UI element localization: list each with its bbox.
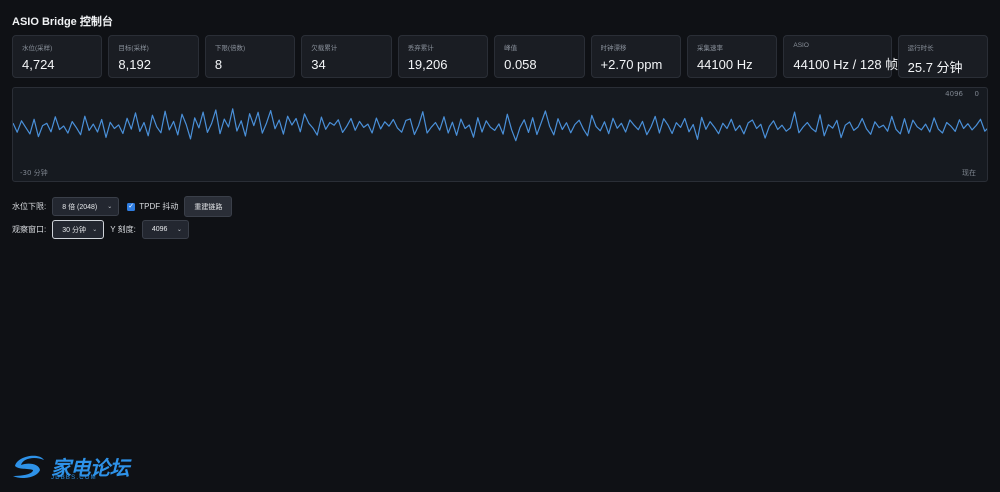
- stat-label: 时钟漂移: [600, 45, 627, 52]
- stat-card-capture-rate: 采集速率 44100 Hz: [686, 35, 778, 78]
- controls-row-1: 水位下限: 8 倍 (2048) ⌄ ✓ TPDF 抖动 重建链路: [12, 196, 233, 217]
- stat-card-peak: 峰值 0.058: [494, 35, 585, 78]
- stat-label: 水位(采样): [22, 45, 53, 52]
- stat-card-underruns: 欠载累计 34: [301, 35, 392, 78]
- stat-label: 欠载累计: [311, 45, 338, 52]
- stat-value: +2.70 ppm: [600, 57, 663, 72]
- window-value: 30 分钟: [62, 226, 86, 234]
- stat-card-drops: 丢弃累计 19,206: [397, 35, 489, 78]
- watermark-subtext: JDBBS.COM: [51, 475, 97, 481]
- stat-value: 19,206: [407, 57, 448, 72]
- stat-label: 运行时长: [907, 45, 934, 52]
- chevron-down-icon: ⌄: [107, 204, 113, 210]
- level-series-line: [13, 108, 987, 142]
- stat-label: 采集速率: [696, 45, 723, 52]
- yscale-select[interactable]: 4096 ⌄: [141, 220, 189, 239]
- stat-value: 4,724: [22, 57, 55, 72]
- stat-card-target: 目标(采样) 8,192: [108, 35, 199, 78]
- low-limit-select[interactable]: 8 倍 (2048) ⌄: [52, 197, 120, 216]
- yscale-value: 4096: [151, 226, 168, 233]
- stat-value: 34: [311, 57, 326, 72]
- level-chart-svg: [13, 108, 987, 142]
- tpdf-label: TPDF 抖动: [139, 202, 179, 211]
- controls-row-2: 观察窗口: 30 分钟 ⌄ Y 刻度: 4096 ⌄: [12, 220, 189, 239]
- stat-value: 8: [214, 57, 223, 72]
- yscale-label: Y 刻度:: [110, 225, 136, 234]
- tpdf-toggle[interactable]: ✓ TPDF 抖动: [127, 201, 178, 212]
- low-limit-label: 水位下限:: [12, 202, 47, 211]
- level-chart: 4096 0 -30 分钟 现在: [12, 87, 988, 182]
- stat-label: 峰值: [504, 45, 518, 52]
- chevron-down-icon: ⌄: [176, 227, 182, 233]
- stat-value: 44100 Hz: [696, 57, 753, 72]
- stat-label: 下限(倍数): [214, 45, 246, 52]
- x-start-label: -30 分钟: [20, 169, 48, 177]
- x-end-label: 现在: [962, 169, 976, 177]
- stat-label: 丢弃累计: [407, 45, 434, 52]
- stat-label: 目标(采样): [118, 45, 149, 52]
- stat-value: 44100 Hz / 128 帧: [793, 57, 899, 72]
- tpdf-checkbox[interactable]: ✓: [127, 202, 136, 211]
- low-limit-value: 8 倍 (2048): [62, 203, 98, 211]
- window-label: 观察窗口:: [12, 225, 47, 234]
- stat-card-level: 水位(采样) 4,724: [12, 35, 103, 78]
- chevron-down-icon: ⌄: [92, 227, 98, 233]
- stat-label: ASIO: [793, 42, 809, 49]
- stat-value: 0.058: [504, 57, 537, 72]
- stat-card-clock-drift: 时钟漂移 +2.70 ppm: [590, 35, 681, 78]
- page-title: ASIO Bridge 控制台: [12, 16, 113, 28]
- watermark-logo: 家电论坛 JDBBS.COM: [9, 450, 134, 484]
- stat-card-uptime: 运行时长 25.7 分钟: [897, 35, 989, 78]
- stat-card-asio: ASIO 44100 Hz / 128 帧: [783, 35, 899, 78]
- stat-value: 25.7 分钟: [907, 60, 963, 75]
- stats-bar: 水位(采样) 4,724 目标(采样) 8,192 下限(倍数) 8 欠载累计 …: [12, 35, 989, 78]
- stat-card-low-limit: 下限(倍数) 8: [204, 35, 296, 78]
- rebuild-link-button[interactable]: 重建链路: [184, 196, 233, 217]
- y-top-label: 4096: [945, 90, 963, 98]
- window-select[interactable]: 30 分钟 ⌄: [52, 220, 105, 239]
- y-zero-label: 0: [974, 90, 979, 98]
- stat-value: 8,192: [118, 57, 151, 72]
- swirl-logo-icon: [13, 455, 44, 478]
